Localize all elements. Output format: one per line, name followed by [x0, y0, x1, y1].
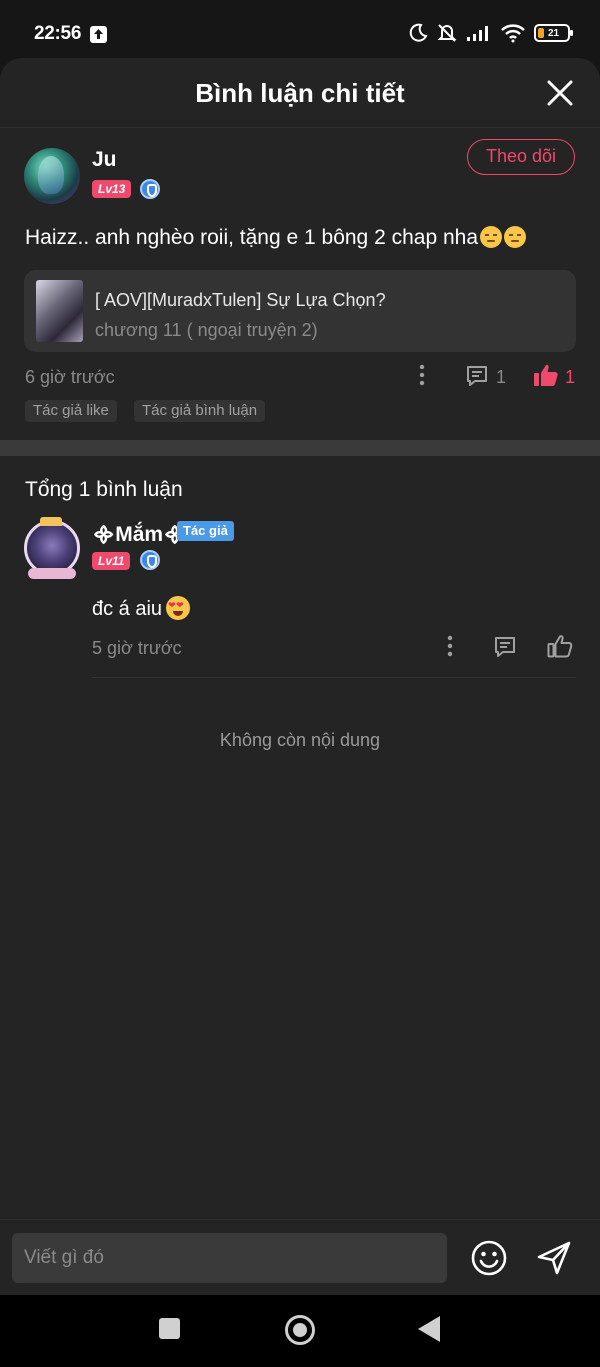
story-title: [ AOV][MuradxTulen] Sự Lựa Chọn?: [95, 290, 386, 310]
battery-icon: 21: [534, 24, 573, 42]
comment-input[interactable]: [12, 1233, 447, 1283]
story-card[interactable]: [ AOV][MuradxTulen] Sự Lựa Chọn? chương …: [24, 270, 576, 352]
more-vertical-icon: [447, 635, 453, 657]
wifi-icon: [501, 24, 525, 43]
reply-user-name[interactable]: ᯽Mắm᯽: [92, 520, 186, 548]
reply-like-button[interactable]: [547, 634, 573, 663]
level-badge: Lv13: [92, 180, 132, 198]
verified-shield-icon: [140, 550, 160, 570]
back-button[interactable]: [418, 1316, 440, 1342]
avatar-frame-ribbon: [28, 568, 76, 579]
reply-comment-button[interactable]: [493, 635, 517, 664]
reply-button[interactable]: [465, 364, 489, 393]
pensive-emoji-icon: [480, 226, 502, 248]
main-comment-user-name[interactable]: Ju: [92, 148, 117, 172]
story-chapter: chương 11 ( ngoại truyện 2): [95, 320, 318, 340]
bell-off-icon: [437, 24, 457, 42]
system-nav-bar: [0, 1295, 600, 1367]
close-button[interactable]: [546, 79, 574, 107]
moon-icon: [409, 23, 428, 42]
heart-eyes-emoji-icon: [166, 596, 191, 620]
comment-icon: [467, 366, 487, 386]
avatar-frame-crown-icon: [40, 517, 62, 526]
reply-time: 5 giờ trước: [92, 638, 182, 658]
sheet-header: Bình luận chi tiết: [0, 58, 600, 128]
comment-icon: [495, 637, 515, 657]
main-comment-time: 6 giờ trước: [25, 367, 115, 387]
reply-separator: [92, 677, 576, 678]
main-comment-body: Haizz.. anh nghèo roii, tặng e 1 bông 2 …: [25, 226, 478, 249]
emoji-button[interactable]: [470, 1239, 508, 1282]
author-like-tag: Tác giả like: [25, 400, 117, 422]
follow-button[interactable]: Theo dõi: [467, 139, 575, 175]
author-badge: Tác giả: [177, 521, 234, 541]
battery-level: 21: [548, 27, 560, 39]
level-badge: Lv11: [92, 552, 131, 570]
upload-notification-icon: [90, 26, 107, 43]
send-icon: [537, 1241, 571, 1275]
story-cover-image: [36, 280, 83, 342]
smiley-icon: [471, 1240, 507, 1276]
more-vertical-icon: [419, 364, 425, 386]
author-comment-tag: Tác giả bình luận: [134, 400, 266, 422]
battery-cap: [570, 30, 573, 36]
comment-detail-sheet: Bình luận chi tiết Ju Lv13 Theo dõi Haiz…: [0, 58, 600, 1295]
end-of-content-label: Không còn nội dung: [219, 730, 381, 750]
home-button[interactable]: [285, 1315, 315, 1345]
total-comments-title: Tổng 1 bình luận: [25, 478, 183, 501]
comment-input-bar: [0, 1219, 600, 1295]
sheet-title: Bình luận chi tiết: [195, 78, 405, 108]
send-button[interactable]: [535, 1239, 573, 1282]
verified-shield-icon: [140, 179, 160, 199]
status-bar: 22:56 21: [0, 0, 600, 64]
recent-apps-button[interactable]: [159, 1318, 180, 1339]
reply-text: đc á aiu: [92, 596, 191, 621]
like-button[interactable]: [533, 363, 559, 392]
section-divider: [0, 440, 600, 456]
status-icons: 21: [408, 22, 573, 44]
close-icon: [547, 80, 573, 106]
thumbs-up-icon: [534, 364, 558, 386]
status-time: 22:56: [34, 23, 82, 44]
more-options-button[interactable]: [412, 363, 432, 392]
reply-more-options-button[interactable]: [440, 634, 460, 663]
reply-count: 1: [496, 367, 507, 387]
reply-body: đc á aiu: [92, 598, 163, 620]
main-comment-text: Haizz.. anh nghèo roii, tặng e 1 bông 2 …: [25, 226, 526, 250]
thumbs-up-outline-icon: [547, 635, 573, 658]
signal-icon: [467, 26, 488, 41]
avatar[interactable]: [24, 148, 80, 204]
battery-fill: [538, 28, 544, 38]
like-count: 1: [565, 367, 576, 387]
pensive-emoji-icon: [504, 226, 526, 248]
